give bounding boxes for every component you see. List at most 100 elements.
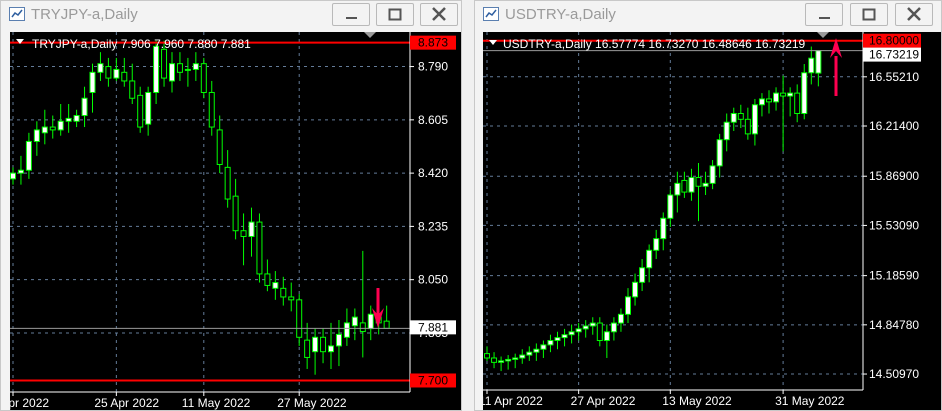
candle-body-bull <box>603 331 610 342</box>
candle-body-bull <box>653 238 660 251</box>
candle-body-bear <box>264 273 271 286</box>
candle-body-bull <box>519 354 526 359</box>
candle-body-bull <box>10 172 16 180</box>
chart-window-icon <box>9 7 25 21</box>
window-titlebar[interactable]: USDTRY-a,Daily <box>475 1 941 29</box>
candle-body-bull <box>716 139 723 167</box>
date-tick-label: 27 May 2022 <box>277 396 347 410</box>
close-icon <box>907 7 921 21</box>
candle-body-bull <box>674 182 681 196</box>
candle-body-bear <box>105 66 112 79</box>
candle-body-bull <box>184 68 191 71</box>
price-tag-level-top-text: 16.80000 <box>869 34 919 48</box>
price-tick-label: 8.235 <box>418 219 448 233</box>
date-tick-label: 11 Apr 2022 <box>483 394 543 408</box>
price-tag-current-text: 16.73219 <box>869 48 919 62</box>
candle-body-bull <box>145 91 152 125</box>
candle-body-bear <box>359 322 366 333</box>
dropdown-triangle-icon[interactable] <box>489 40 497 45</box>
candle-body-bear <box>320 336 327 353</box>
candle-body-bear <box>794 92 801 114</box>
candle-body-bull <box>89 71 96 93</box>
maximize-button[interactable] <box>376 3 414 26</box>
candle-body-bear <box>240 230 247 237</box>
candle-body-bear <box>208 91 215 128</box>
candle-body-bull <box>547 340 554 346</box>
candle-body-bull <box>617 313 624 324</box>
candle-body-bull <box>787 92 794 97</box>
candle-body-bull <box>589 322 596 327</box>
price-tick-label: 8.790 <box>418 60 448 74</box>
close-button[interactable] <box>895 3 933 26</box>
candle-body-bear <box>695 177 702 187</box>
price-tick-label: 8.605 <box>418 113 448 127</box>
chart-window-tryjpy[interactable]: TRYJPY-a,Daily 8.790 8.605 8.420 8.235 8.050… <box>0 0 462 411</box>
price-tick-label: 14.50970 <box>869 367 919 381</box>
candle-body-bear <box>491 357 498 363</box>
maximize-button[interactable] <box>850 3 888 26</box>
candle-body-bear <box>383 320 390 329</box>
candle-body-bull <box>192 63 199 70</box>
minimize-icon <box>819 17 830 19</box>
candle-body-bull <box>328 345 334 353</box>
candle-body-bear <box>216 129 223 165</box>
shift-marker-icon <box>364 32 376 38</box>
price-tick-label: 15.18590 <box>869 269 919 283</box>
chart-canvas[interactable]: 8.7908.6058.4208.2358.0507.8657 Apr 2022… <box>10 32 461 410</box>
candle-body-bull <box>248 221 255 237</box>
date-tick-label: 25 Apr 2022 <box>94 396 159 410</box>
candle-body-bull <box>351 316 358 327</box>
candle-body-bull <box>312 336 319 353</box>
close-icon <box>432 7 446 21</box>
candle-body-bull <box>758 98 765 106</box>
maximize-icon <box>388 8 402 21</box>
candle-body-bear <box>161 48 168 79</box>
window-titlebar[interactable]: TRYJPY-a,Daily <box>1 1 461 29</box>
chart-window-icon <box>483 7 499 21</box>
usdtry-chart-svg: 16.55210 16.21400 15.86900 15.53090 15.18590… <box>483 32 921 408</box>
maximize-icon <box>862 8 876 21</box>
candle-body-bull <box>97 63 104 73</box>
chart-canvas[interactable]: 16.55210 16.21400 15.86900 15.53090 15.18590… <box>483 32 941 410</box>
candle-body-bull <box>554 337 561 342</box>
candle-body-bear <box>224 166 231 200</box>
candle-body-bull <box>723 121 730 141</box>
minimize-button[interactable] <box>332 3 370 26</box>
candle-body-bull <box>808 57 815 74</box>
candle-body-bear <box>288 296 295 301</box>
candle-body-bull <box>751 104 758 135</box>
candle-body-bear <box>200 63 207 93</box>
minimize-button[interactable] <box>805 3 843 26</box>
candle-body-bull <box>335 333 342 347</box>
price-tick-label: 16.21400 <box>869 119 919 133</box>
chart-window-usdtry[interactable]: USDTRY-a,Daily 16.55210 16.21400 15.86900 1… <box>474 0 942 411</box>
candle-body-bull <box>272 282 279 289</box>
date-tick-label: 27 Apr 2022 <box>571 394 636 408</box>
candle-body-bull <box>610 322 617 333</box>
date-tick-label: 11 May 2022 <box>182 396 251 410</box>
candle-body-bull <box>65 117 72 122</box>
chart-header: TRYJPY-a,Daily 7.906 7.960 7.880 7.881 <box>32 37 251 51</box>
candle-body-bear <box>121 71 128 82</box>
price-tick-label: 8.050 <box>418 273 448 287</box>
price-tag-level-bottom-text: 7.700 <box>418 373 448 387</box>
close-button[interactable] <box>420 3 458 26</box>
candle-body-bull <box>660 217 667 240</box>
candle-body-bull <box>33 129 40 142</box>
window-title: TRYJPY-a,Daily <box>31 6 138 23</box>
candle-body-bull <box>801 72 808 114</box>
candle-body-bull <box>632 281 639 298</box>
candle-body-bear <box>232 195 239 232</box>
chart-header: USDTRY-a,Daily 16.57774 16.73270 16.4864… <box>503 37 806 51</box>
candle-body-bull <box>688 177 695 193</box>
candle-body-bull <box>625 296 631 315</box>
window-title: USDTRY-a,Daily <box>505 6 616 23</box>
candle-body-bear <box>766 98 772 103</box>
candle-body-bull <box>540 344 547 350</box>
candle-body-bull <box>169 63 175 82</box>
candle-body-bear <box>681 179 688 193</box>
minimize-icon <box>346 17 357 19</box>
candle-body-bear <box>304 339 311 358</box>
candle-body-bull <box>709 165 716 184</box>
candle-body-bull <box>639 267 646 283</box>
